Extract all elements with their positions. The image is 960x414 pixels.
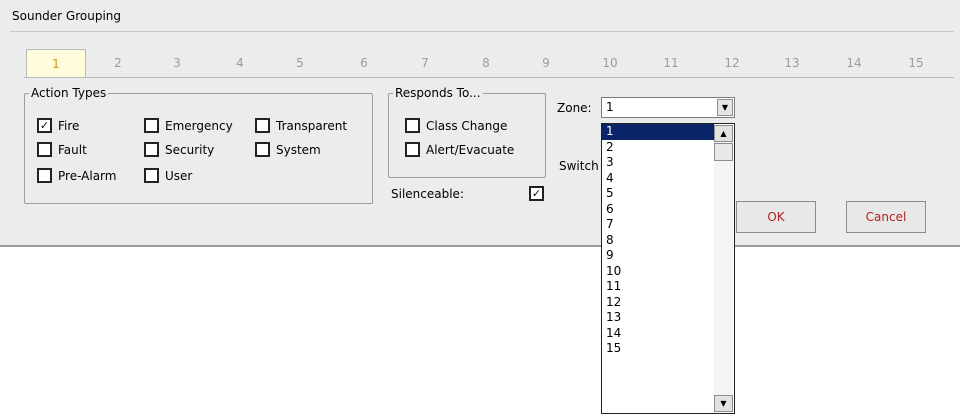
checkbox-system[interactable]: System (255, 142, 321, 157)
tab-4[interactable]: 4 (218, 49, 262, 77)
panel-title: Sounder Grouping (12, 9, 122, 23)
zone-option-8[interactable]: 8 (602, 233, 714, 249)
pre-alarm-checkbox-box[interactable] (37, 168, 52, 183)
checkbox-transparent[interactable]: Transparent (255, 118, 347, 133)
zone-option-5[interactable]: 5 (602, 186, 714, 202)
fire-label: Fire (58, 118, 80, 133)
scroll-up-icon[interactable]: ▲ (714, 125, 733, 142)
checkbox-user[interactable]: User (144, 168, 192, 183)
dropdown-scrollbar[interactable]: ▲ ▼ (714, 125, 733, 412)
scrollbar-thumb[interactable] (714, 143, 733, 161)
transparent-label: Transparent (276, 118, 348, 133)
responds-to-legend: Responds To... (395, 86, 481, 100)
class-change-checkbox-box[interactable] (405, 118, 420, 133)
alert-evacuate-label: Alert/Evacuate (426, 142, 515, 157)
zone-option-13[interactable]: 13 (602, 310, 714, 326)
silenceable-label: Silenceable: (391, 187, 464, 201)
title-divider (10, 31, 954, 32)
zone-option-11[interactable]: 11 (602, 279, 714, 295)
fire-checkbox-box[interactable]: ✓ (37, 118, 52, 133)
fault-label: Fault (58, 142, 87, 157)
class-change-label: Class Change (426, 118, 508, 133)
zone-option-15[interactable]: 15 (602, 341, 714, 357)
zone-select[interactable]: 1 ▼ (601, 97, 735, 118)
security-checkbox-box[interactable] (144, 142, 159, 157)
sounder-grouping-panel: Sounder Grouping 1 2 3 4 5 6 7 8 9 10 11… (0, 0, 960, 247)
ok-button[interactable]: OK (736, 201, 816, 233)
zone-options: 1 2 3 4 5 6 7 8 9 10 11 12 13 14 15 (602, 124, 714, 357)
zone-select-value: 1 (606, 100, 614, 114)
transparent-checkbox-box[interactable] (255, 118, 270, 133)
user-label: User (165, 168, 193, 183)
tab-14[interactable]: 14 (832, 49, 876, 77)
tab-8[interactable]: 8 (464, 49, 508, 77)
tab-1[interactable]: 1 (26, 49, 86, 77)
checkbox-emergency[interactable]: Emergency (144, 118, 233, 133)
tab-11[interactable]: 11 (649, 49, 693, 77)
zone-option-12[interactable]: 12 (602, 295, 714, 311)
tab-2[interactable]: 2 (96, 49, 140, 77)
system-label: System (276, 142, 321, 157)
system-checkbox-box[interactable] (255, 142, 270, 157)
checkbox-class-change[interactable]: Class Change (405, 118, 507, 133)
zone-option-2[interactable]: 2 (602, 140, 714, 156)
chevron-down-icon[interactable]: ▼ (717, 99, 733, 116)
action-types-group: Action Types ✓ Fire Fault Pre-Alarm Emer… (24, 86, 373, 204)
tab-12[interactable]: 12 (710, 49, 754, 77)
zone-option-6[interactable]: 6 (602, 202, 714, 218)
tab-3[interactable]: 3 (155, 49, 199, 77)
zone-dropdown-list[interactable]: 1 2 3 4 5 6 7 8 9 10 11 12 13 14 15 ▲ ▼ (601, 123, 735, 414)
zone-tab-bar: 1 2 3 4 5 6 7 8 9 10 11 12 13 14 15 (24, 49, 954, 78)
checkbox-fire[interactable]: ✓ Fire (37, 118, 79, 133)
responds-to-group: Responds To... Class Change Alert/Evacua… (388, 86, 546, 178)
silenceable-checkbox-box[interactable]: ✓ (529, 186, 544, 201)
scroll-down-icon[interactable]: ▼ (714, 395, 733, 412)
checkbox-fault[interactable]: Fault (37, 142, 87, 157)
zone-option-7[interactable]: 7 (602, 217, 714, 233)
tab-5[interactable]: 5 (278, 49, 322, 77)
tab-13[interactable]: 13 (770, 49, 814, 77)
user-checkbox-box[interactable] (144, 168, 159, 183)
emergency-label: Emergency (165, 118, 233, 133)
zone-option-1[interactable]: 1 (602, 124, 714, 140)
tab-10[interactable]: 10 (588, 49, 632, 77)
zone-label: Zone: (557, 101, 592, 115)
checkbox-security[interactable]: Security (144, 142, 214, 157)
zone-option-4[interactable]: 4 (602, 171, 714, 187)
tab-7[interactable]: 7 (403, 49, 447, 77)
fault-checkbox-box[interactable] (37, 142, 52, 157)
tab-15[interactable]: 15 (894, 49, 938, 77)
tab-6[interactable]: 6 (342, 49, 386, 77)
security-label: Security (165, 142, 215, 157)
emergency-checkbox-box[interactable] (144, 118, 159, 133)
action-types-legend: Action Types (31, 86, 107, 100)
checkbox-pre-alarm[interactable]: Pre-Alarm (37, 168, 116, 183)
zone-option-3[interactable]: 3 (602, 155, 714, 171)
switch-label: Switch (559, 159, 599, 173)
cancel-button[interactable]: Cancel (846, 201, 926, 233)
checkbox-alert-evacuate[interactable]: Alert/Evacuate (405, 142, 514, 157)
zone-option-14[interactable]: 14 (602, 326, 714, 342)
silenceable-checkbox[interactable]: ✓ (529, 186, 544, 201)
alert-evacuate-checkbox-box[interactable] (405, 142, 420, 157)
tab-9[interactable]: 9 (524, 49, 568, 77)
pre-alarm-label: Pre-Alarm (58, 168, 117, 183)
zone-option-9[interactable]: 9 (602, 248, 714, 264)
zone-option-10[interactable]: 10 (602, 264, 714, 280)
